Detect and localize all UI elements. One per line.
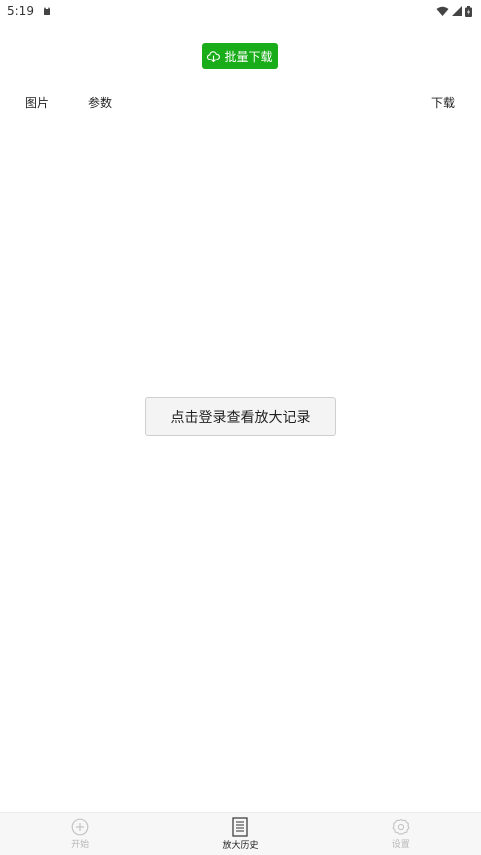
nav-item-settings-label: 设置 <box>391 840 410 850</box>
status-left: 5:19 <box>7 4 52 18</box>
app-screen: 5:19 批量下载 图片 参数 下载 点击登录查看放大记录 开始 放大历史 设置 <box>0 0 481 855</box>
login-to-view-history-button[interactable]: 点击登录查看放大记录 <box>145 397 336 436</box>
status-right <box>436 5 472 17</box>
column-header-download: 下载 <box>430 96 455 110</box>
batch-download-label: 批量下载 <box>224 49 273 64</box>
column-header-params: 参数 <box>88 96 113 110</box>
wifi-icon <box>436 6 449 16</box>
list-document-icon <box>232 817 249 837</box>
android-notification-icon <box>42 6 52 16</box>
nav-item-history-label: 放大历史 <box>222 841 259 851</box>
gear-icon <box>392 818 410 836</box>
battery-charging-icon <box>465 5 472 17</box>
bottom-nav: 开始 放大历史 设置 <box>0 812 481 855</box>
nav-item-start[interactable]: 开始 <box>0 813 160 855</box>
nav-item-history[interactable]: 放大历史 <box>160 813 320 855</box>
status-time: 5:19 <box>7 4 34 18</box>
batch-download-button[interactable]: 批量下载 <box>202 43 278 69</box>
cell-signal-icon <box>452 6 462 16</box>
plus-circle-icon <box>71 818 89 836</box>
column-header-image: 图片 <box>25 96 50 110</box>
nav-item-settings[interactable]: 设置 <box>321 813 481 855</box>
status-bar: 5:19 <box>0 0 481 22</box>
nav-item-start-label: 开始 <box>71 840 90 850</box>
cloud-download-icon <box>207 50 221 62</box>
